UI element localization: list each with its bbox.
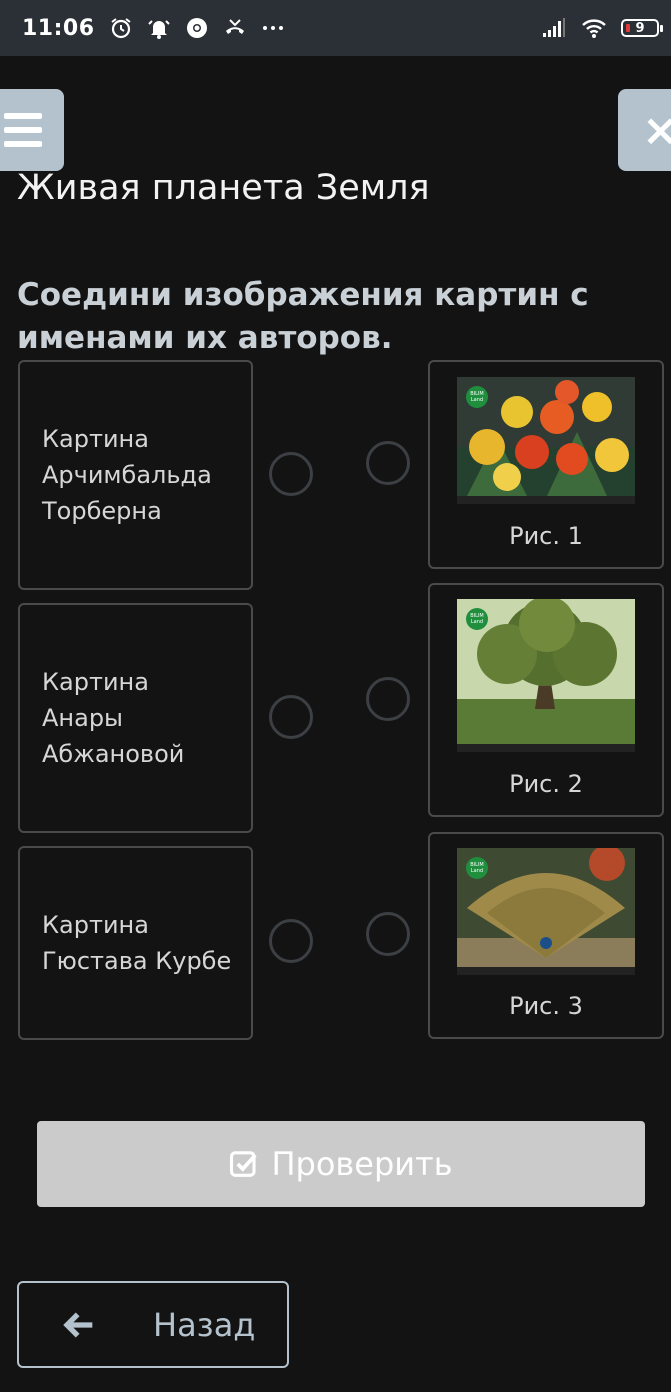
- alarm-icon: [110, 18, 131, 39]
- status-bar: 11:06 9: [0, 0, 671, 56]
- page-title: Живая планета Земля: [17, 168, 430, 208]
- author-label: Картина Анары Абжановой: [42, 668, 185, 768]
- wifi-icon: [582, 19, 606, 38]
- signal-icon: [543, 18, 565, 37]
- picture-caption: Рис. 2: [509, 770, 583, 798]
- check-button-label: Проверить: [271, 1145, 453, 1183]
- left-connector-1[interactable]: [269, 452, 313, 496]
- close-button[interactable]: ×: [618, 89, 671, 171]
- notification-bell-icon: [147, 20, 170, 39]
- flowers-painting-image: BILIM Land: [457, 377, 635, 504]
- author-card-2[interactable]: Картина Анары Абжановой: [18, 603, 253, 833]
- question-text: Соедини изображения картин с именами их …: [17, 277, 589, 356]
- chrome-icon: [186, 18, 207, 38]
- close-icon: ×: [642, 104, 671, 156]
- missed-call-icon: [225, 19, 244, 34]
- checkbox-checked-icon: [230, 1151, 258, 1177]
- picture-card-2[interactable]: BILIM Land Рис. 2: [428, 583, 664, 817]
- svg-text:Land: Land: [471, 868, 483, 874]
- left-connector-3[interactable]: [269, 919, 313, 963]
- hamburger-icon: [4, 113, 42, 119]
- svg-text:Land: Land: [471, 397, 483, 403]
- picture-caption: Рис. 1: [509, 522, 583, 550]
- battery-icon: 9: [621, 19, 663, 37]
- author-label: Картина Арчимбальда Торберна: [42, 425, 212, 525]
- check-button[interactable]: Проверить: [37, 1121, 645, 1207]
- picture-card-1[interactable]: BILIM Land Рис. 1: [428, 360, 664, 569]
- battery-level: 9: [635, 20, 645, 36]
- back-button-label: Назад: [153, 1305, 256, 1344]
- right-connector-2[interactable]: [366, 677, 410, 721]
- peacock-painting-image: BILIM Land: [457, 848, 635, 975]
- right-connector-3[interactable]: [366, 912, 410, 956]
- picture-caption: Рис. 3: [509, 992, 583, 1020]
- arrow-left-icon: [63, 1311, 93, 1338]
- picture-card-3[interactable]: BILIM Land Рис. 3: [428, 832, 664, 1039]
- oak-tree-painting-image: BILIM Land: [457, 599, 635, 752]
- author-card-3[interactable]: Картина Гюстава Курбе: [18, 846, 253, 1040]
- author-card-1[interactable]: Картина Арчимбальда Торберна: [18, 360, 253, 590]
- menu-button[interactable]: [0, 89, 64, 171]
- svg-text:Land: Land: [471, 619, 483, 625]
- author-label: Картина Гюстава Курбе: [42, 911, 232, 975]
- back-button[interactable]: Назад: [17, 1281, 289, 1368]
- left-connector-2[interactable]: [269, 695, 313, 739]
- right-connector-1[interactable]: [366, 441, 410, 485]
- more-dots-icon: [262, 26, 283, 30]
- status-time: 11:06: [22, 15, 95, 41]
